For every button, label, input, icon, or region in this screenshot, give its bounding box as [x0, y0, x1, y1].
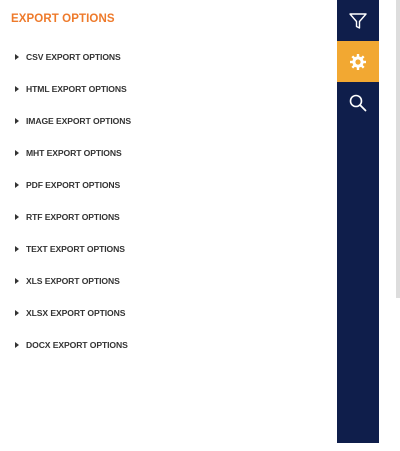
expand-arrow-icon [15, 150, 19, 156]
expand-arrow-icon [15, 54, 19, 60]
option-item-xlsx[interactable]: XLSX EXPORT OPTIONS [0, 297, 336, 329]
expand-arrow-icon [15, 118, 19, 124]
export-options-panel: EXPORT OPTIONS CSV EXPORT OPTIONS HTML E… [0, 0, 336, 443]
option-item-html[interactable]: HTML EXPORT OPTIONS [0, 73, 336, 105]
option-label: DOCX EXPORT OPTIONS [26, 340, 128, 350]
expand-arrow-icon [15, 214, 19, 220]
option-label: IMAGE EXPORT OPTIONS [26, 116, 131, 126]
option-item-csv[interactable]: CSV EXPORT OPTIONS [0, 41, 336, 73]
search-icon [349, 94, 367, 111]
option-item-xls[interactable]: XLS EXPORT OPTIONS [0, 265, 336, 297]
option-item-text[interactable]: TEXT EXPORT OPTIONS [0, 233, 336, 265]
filter-button[interactable] [337, 0, 379, 41]
option-item-pdf[interactable]: PDF EXPORT OPTIONS [0, 169, 336, 201]
expand-arrow-icon [15, 246, 19, 252]
filter-icon [349, 12, 367, 29]
settings-button[interactable] [337, 41, 379, 82]
option-label: CSV EXPORT OPTIONS [26, 52, 121, 62]
option-label: TEXT EXPORT OPTIONS [26, 244, 125, 254]
expand-arrow-icon [15, 310, 19, 316]
expand-arrow-icon [15, 86, 19, 92]
option-label: XLSX EXPORT OPTIONS [26, 308, 126, 318]
options-list: CSV EXPORT OPTIONS HTML EXPORT OPTIONS I… [0, 41, 336, 361]
gear-icon [350, 53, 366, 70]
expand-arrow-icon [15, 278, 19, 284]
option-label: XLS EXPORT OPTIONS [26, 276, 120, 286]
option-item-mht[interactable]: MHT EXPORT OPTIONS [0, 137, 336, 169]
option-label: HTML EXPORT OPTIONS [26, 84, 127, 94]
expand-arrow-icon [15, 182, 19, 188]
search-button[interactable] [337, 82, 379, 123]
panel-title: EXPORT OPTIONS [11, 13, 115, 25]
expand-arrow-icon [15, 342, 19, 348]
option-item-docx[interactable]: DOCX EXPORT OPTIONS [0, 329, 336, 361]
option-item-rtf[interactable]: RTF EXPORT OPTIONS [0, 201, 336, 233]
option-label: MHT EXPORT OPTIONS [26, 148, 122, 158]
option-label: PDF EXPORT OPTIONS [26, 180, 121, 190]
option-item-image[interactable]: IMAGE EXPORT OPTIONS [0, 105, 336, 137]
option-label: RTF EXPORT OPTIONS [26, 212, 120, 222]
scrollbar[interactable] [396, 0, 400, 298]
side-toolbar [337, 0, 379, 443]
export-options-window: EXPORT OPTIONS CSV EXPORT OPTIONS HTML E… [0, 0, 400, 451]
